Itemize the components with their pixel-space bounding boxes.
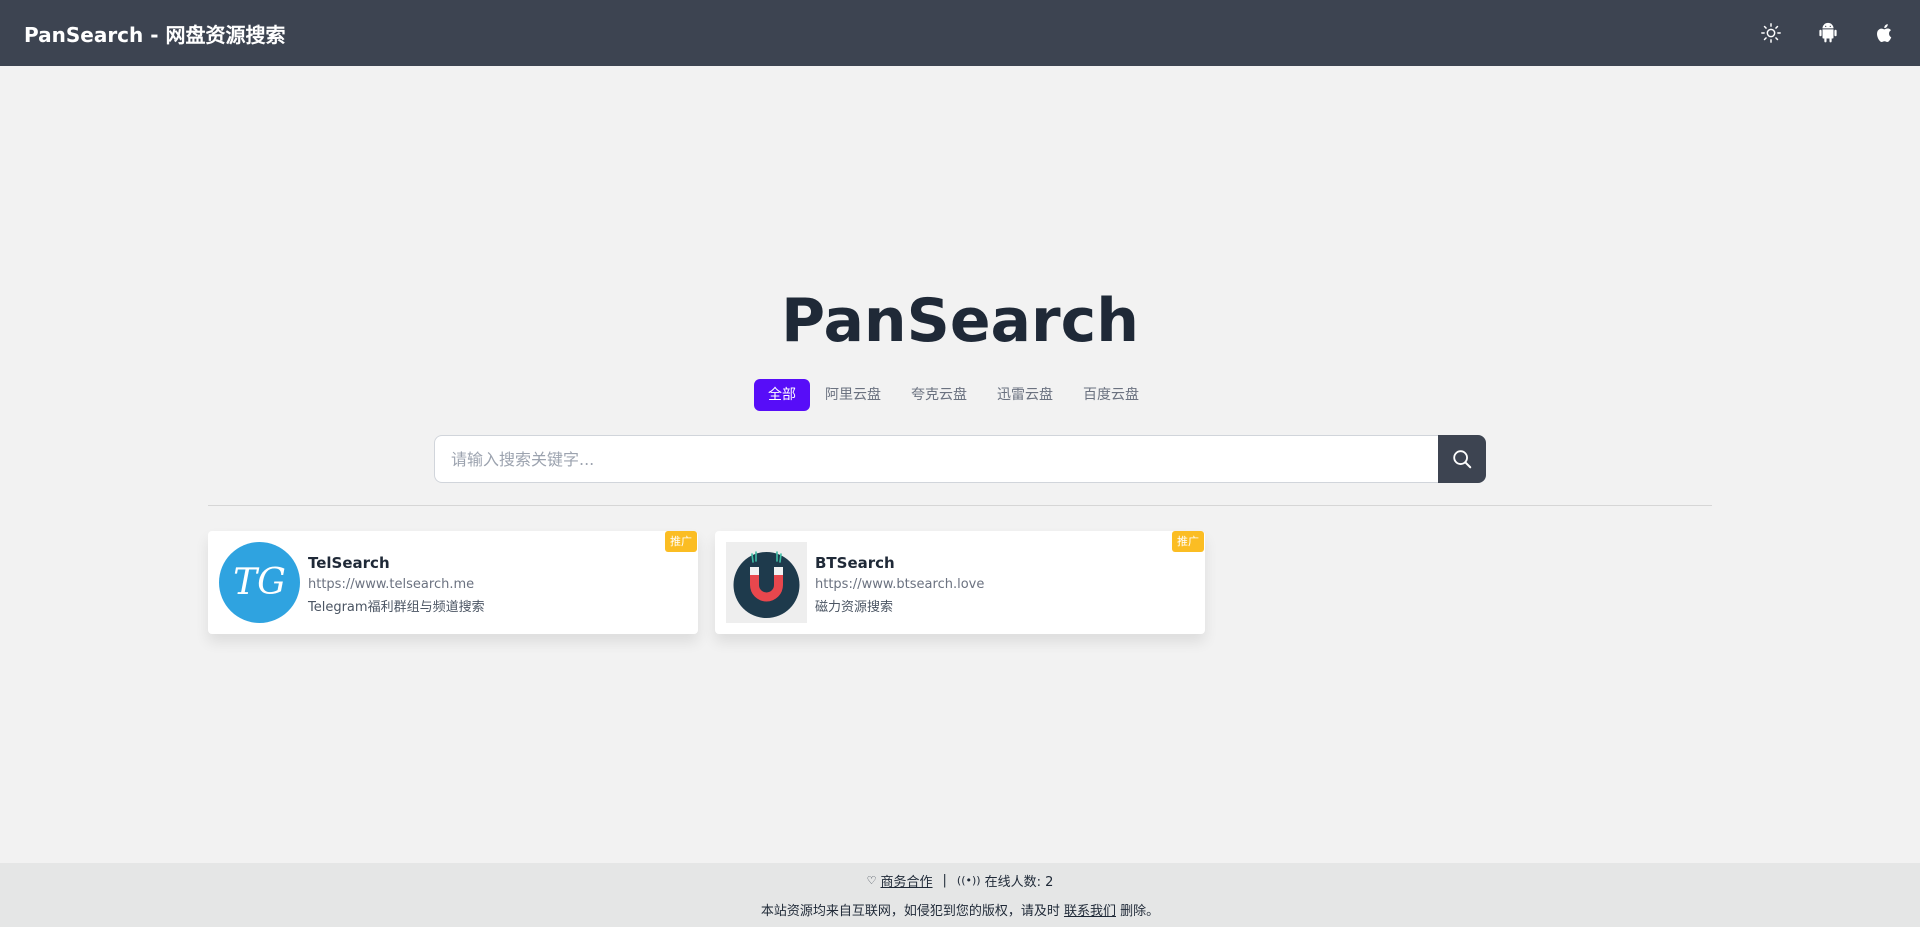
card-url: https://www.telsearch.me [308, 577, 475, 592]
notice-suffix: 删除。 [1120, 904, 1160, 919]
contact-link[interactable]: 联系我们 [1064, 904, 1116, 919]
android-app-button[interactable] [1807, 12, 1849, 54]
tab-all[interactable]: 全部 [754, 379, 810, 411]
disk-type-tabs: 全部 阿里云盘 夸克云盘 迅雷云盘 百度云盘 [754, 379, 1154, 411]
search-icon [1453, 450, 1472, 469]
telsearch-logo: TG [219, 542, 300, 623]
card-title: TelSearch [308, 554, 390, 572]
search-input[interactable] [434, 435, 1438, 483]
navbar: PanSearch - 网盘资源搜索 [0, 0, 1920, 66]
btsearch-logo [726, 542, 807, 623]
tab-baidu[interactable]: 百度云盘 [1068, 379, 1154, 411]
apple-icon [1877, 24, 1892, 42]
handshake-icon: ♡ [866, 874, 877, 887]
theme-toggle-button[interactable] [1750, 12, 1792, 54]
promo-card-telsearch[interactable]: TG TelSearch https://www.telsearch.me Te… [208, 531, 698, 634]
footer-links: ♡ 商务合作 | ((•)) 在线人数: 2 [0, 871, 1920, 890]
ios-app-button[interactable] [1864, 12, 1906, 54]
promo-badge: 推广 [1172, 531, 1204, 552]
navbar-actions [1750, 12, 1906, 54]
footer: ♡ 商务合作 | ((•)) 在线人数: 2 本站资源均来自互联网，如侵犯到您的… [0, 863, 1920, 927]
search-button[interactable] [1438, 435, 1486, 483]
divider [208, 505, 1712, 506]
online-count: 在线人数: 2 [984, 875, 1054, 890]
android-icon [1819, 22, 1837, 43]
magnet-icon [726, 542, 807, 623]
sun-icon [1761, 23, 1781, 43]
search-bar [434, 435, 1486, 483]
card-title: BTSearch [815, 554, 895, 572]
business-link[interactable]: 商务合作 [881, 871, 933, 890]
tab-aliyun[interactable]: 阿里云盘 [810, 379, 896, 411]
page-title: PanSearch [781, 286, 1139, 356]
copyright-notice: 本站资源均来自互联网，如侵犯到您的版权，请及时 联系我们 删除。 [0, 900, 1920, 919]
notice-text: 本站资源均来自互联网，如侵犯到您的版权，请及时 [760, 904, 1060, 919]
footer-separator: | [942, 873, 947, 888]
broadcast-icon: ((•)) [956, 874, 981, 887]
promo-badge: 推广 [665, 531, 697, 552]
card-description: Telegram福利群组与频道搜索 [308, 600, 485, 615]
promo-card-btsearch[interactable]: BTSearch https://www.btsearch.love 磁力资源搜… [715, 531, 1205, 634]
tab-quark[interactable]: 夸克云盘 [896, 379, 982, 411]
tab-xunlei[interactable]: 迅雷云盘 [982, 379, 1068, 411]
card-description: 磁力资源搜索 [815, 600, 894, 615]
telsearch-logo-text: TG [233, 562, 286, 603]
brand-link[interactable]: PanSearch - 网盘资源搜索 [24, 19, 286, 48]
card-url: https://www.btsearch.love [815, 577, 985, 592]
